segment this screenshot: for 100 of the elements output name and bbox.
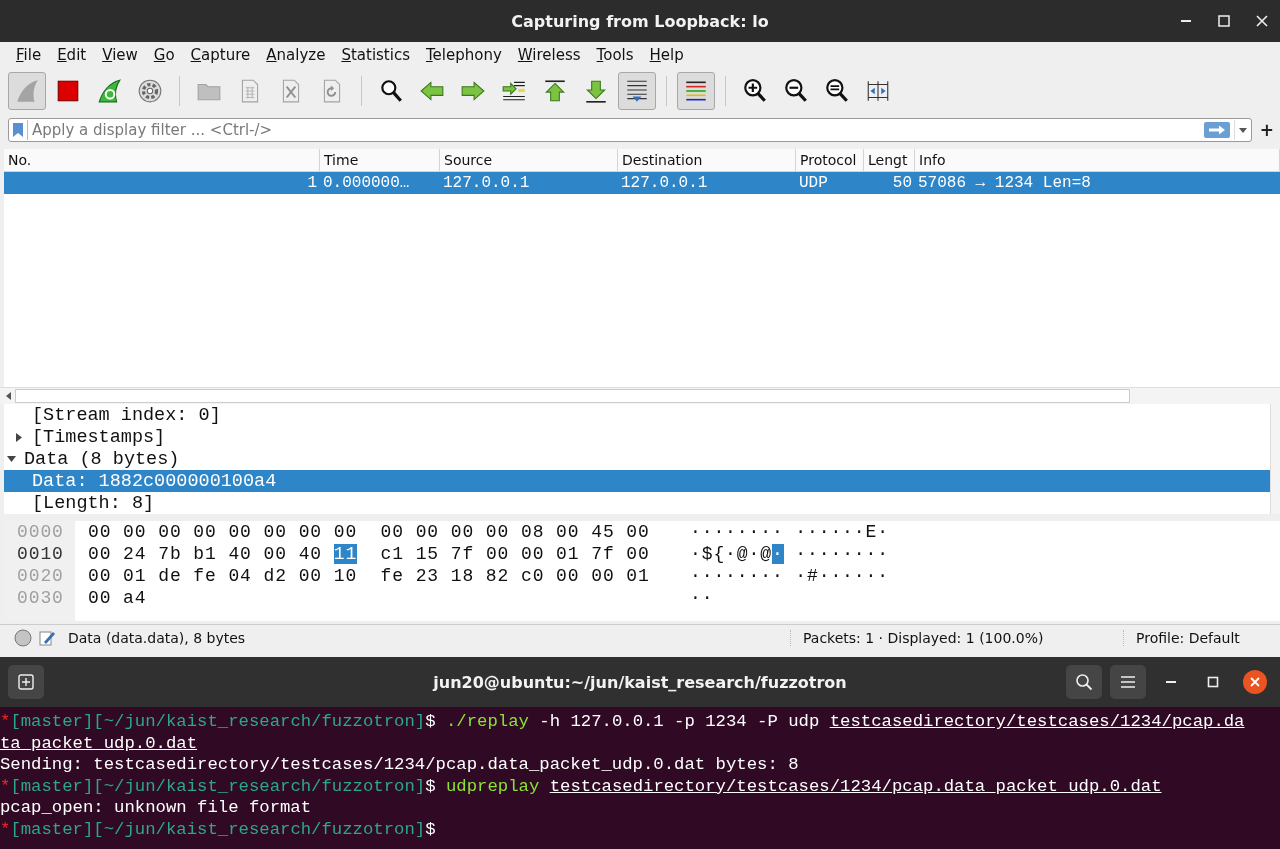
zoom-in-icon xyxy=(742,78,768,104)
prompt-marker: * xyxy=(0,819,11,839)
maximize-icon xyxy=(1207,676,1219,688)
table-cell-text: 50 xyxy=(891,173,913,194)
path-link[interactable]: ta_packet_udp.0.dat xyxy=(0,733,198,753)
tree-row[interactable]: Data: 1882c000000100a4 xyxy=(4,470,1270,492)
ascii-text: ········ ·#······ xyxy=(690,566,889,586)
search-button[interactable] xyxy=(1066,665,1102,699)
menu-item[interactable]: Go xyxy=(145,44,183,66)
menu-item[interactable]: Tools xyxy=(588,44,642,66)
packet-count-text: Packets: 1 · Displayed: 1 (100.0%) xyxy=(790,630,1123,646)
status-circle-icon[interactable] xyxy=(14,629,32,647)
table-cell-text: 127.0.0.1 xyxy=(620,173,709,194)
horizontal-scrollbar[interactable] xyxy=(0,387,1280,404)
resize-columns-icon xyxy=(865,78,891,104)
hex-bytes: 00 00 00 00 00 00 00 00 00 00 00 00 08 00 45 00 xyxy=(88,522,650,542)
table-cell-text: UDP xyxy=(798,173,829,194)
menu-item[interactable]: Wireless xyxy=(509,44,589,66)
down-arrow-icon xyxy=(583,78,609,104)
column-header[interactable]: Lengt xyxy=(864,149,915,171)
prompt-marker: * xyxy=(0,712,11,732)
menu-button[interactable] xyxy=(1110,665,1146,699)
minimize-icon xyxy=(1181,20,1191,22)
prompt-text: [master][~/jun/kaist_research/fuzzotron] xyxy=(10,712,426,732)
vertical-scrollbar[interactable] xyxy=(1270,404,1280,514)
terminal-title: jun20@ubuntu:~/jun/kaist_research/fuzzotron xyxy=(433,672,847,692)
terminal-text: pcap_open: unknown file format xyxy=(0,798,312,818)
packet-row[interactable]: 1 0.000000… 127.0.0.1 127.0.0.1 UDP 50 57086 → 1234 Len=8 xyxy=(4,172,1280,194)
profile-text[interactable]: Profile: Default xyxy=(1123,630,1280,646)
menu-item[interactable]: Help xyxy=(641,44,692,66)
selected-byte: 11 xyxy=(333,544,358,564)
offset-text: 0030 xyxy=(16,587,65,609)
filter-input[interactable]: Apply a display filter ... <Ctrl-/> xyxy=(28,121,1204,139)
close-icon xyxy=(1256,15,1268,27)
new-tab-button[interactable] xyxy=(8,665,44,699)
ascii-text: ·· xyxy=(690,588,714,608)
up-arrow-icon xyxy=(542,78,568,104)
menu-item[interactable]: Telephony xyxy=(418,44,510,66)
status-text: Data (data.data), 8 bytes xyxy=(67,630,247,646)
menu-item[interactable]: File xyxy=(8,44,50,66)
tree-row[interactable]: [Length: 8] xyxy=(4,492,1270,514)
add-filter-button[interactable]: + xyxy=(1259,120,1274,140)
terminal-text: $ xyxy=(425,776,437,796)
path-link[interactable]: testcasedirectory/testcases/1234/pcap.data_packet_udp.0.dat xyxy=(549,776,1162,796)
stop-icon xyxy=(55,78,81,104)
close-icon xyxy=(1243,670,1267,694)
selected-byte: · xyxy=(771,544,784,564)
terminal-text: -h 127.0.0.1 -p 1234 -P udp xyxy=(538,712,821,732)
restart-icon xyxy=(96,78,122,104)
column-header[interactable]: Info xyxy=(915,149,1280,171)
terminal-text: $ xyxy=(425,819,436,839)
toolbar-button[interactable] xyxy=(618,72,656,110)
command-text: udpreplay xyxy=(445,776,541,796)
table-cell-text: 0.000000… xyxy=(322,173,411,194)
search-icon xyxy=(1075,673,1093,691)
column-header[interactable]: Source xyxy=(440,149,618,171)
menu-item[interactable]: Analyze xyxy=(258,44,334,66)
edit-comment-icon[interactable] xyxy=(38,629,56,647)
column-header[interactable]: No. xyxy=(4,149,320,171)
toolbar-button[interactable] xyxy=(677,72,715,110)
zoom-reset-icon xyxy=(824,78,850,104)
prompt-text: [master][~/jun/kaist_research/fuzzotron] xyxy=(10,776,426,796)
menu-item[interactable]: Edit xyxy=(49,44,95,66)
window-title: Capturing from Loopback: lo xyxy=(511,11,769,31)
left-arrow-icon xyxy=(419,78,445,104)
expanded-caret-icon[interactable] xyxy=(6,456,16,462)
tree-row[interactable]: Data (8 bytes) xyxy=(4,448,1270,470)
column-header[interactable]: Destination xyxy=(618,149,796,171)
prompt-text: [master][~/jun/kaist_research/fuzzotron] xyxy=(10,819,426,839)
terminal-text: Sending: testcasedirectory/testcases/1234/pcap.data_packet_udp.0.dat bytes: 8 xyxy=(0,755,799,775)
table-cell-text: 57086 → 1234 Len=8 xyxy=(917,173,1092,194)
tree-row[interactable]: [Timestamps] xyxy=(4,426,1270,448)
menu-icon xyxy=(1120,675,1136,689)
scroll-left-icon[interactable] xyxy=(6,392,11,400)
bookmark-icon xyxy=(13,123,23,137)
hex-bytes: 00 01 de fe 04 d2 00 10 fe 23 18 82 c0 00 00 01 xyxy=(88,566,650,586)
ascii-text: ········ ······E· xyxy=(690,522,889,542)
lines-down-icon xyxy=(624,78,650,104)
collapsed-caret-icon[interactable] xyxy=(16,432,22,442)
maximize-icon xyxy=(1218,15,1230,27)
column-header[interactable]: Time xyxy=(320,149,440,171)
menu-item[interactable]: Capture xyxy=(182,44,259,66)
command-text: ./replay xyxy=(445,712,529,732)
caret-icon xyxy=(1238,127,1247,133)
ascii-text: ·${·@·@ xyxy=(690,544,772,564)
shark-fin-icon xyxy=(14,78,40,104)
offset-text: 0000 xyxy=(16,521,65,543)
arrow-right-icon xyxy=(1207,125,1226,135)
menu-item[interactable]: Statistics xyxy=(333,44,418,66)
hex-bytes: 00 a4 xyxy=(88,588,147,608)
display-filter-field[interactable]: Apply a display filter ... <Ctrl-/> xyxy=(8,118,1252,142)
path-link[interactable]: testcasedirectory/testcases/1234/pcap.da xyxy=(829,712,1245,732)
prompt-marker: * xyxy=(0,776,11,796)
offset-text: 0010 xyxy=(16,543,65,565)
gear-icon xyxy=(137,78,163,104)
ascii-text: ········ xyxy=(794,544,889,564)
hex-bytes: 00 24 7b b1 40 00 40 xyxy=(88,544,324,564)
minimize-icon xyxy=(1166,681,1176,683)
menu-item[interactable]: View xyxy=(94,44,146,66)
column-header[interactable]: Protocol xyxy=(796,149,864,171)
